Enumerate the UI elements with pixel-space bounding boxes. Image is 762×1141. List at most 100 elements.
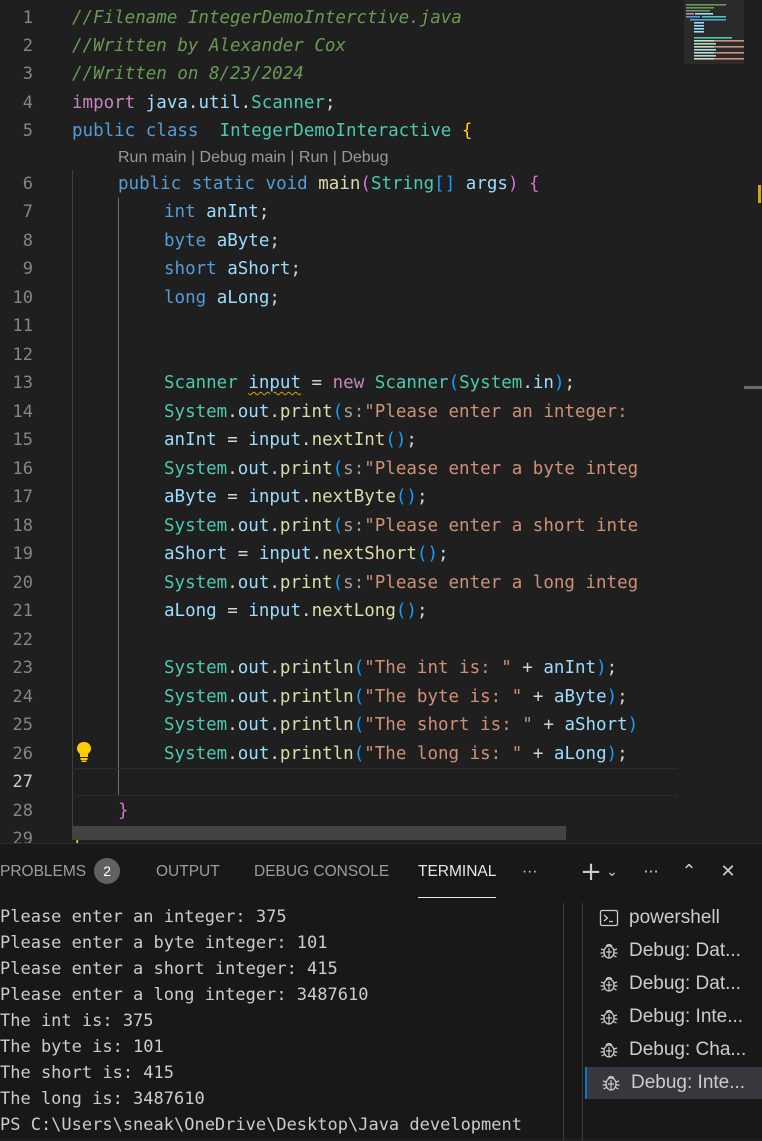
line-number: 1 [22,8,33,28]
punct: . [269,459,280,479]
punct: . [269,658,280,678]
terminal-scrollbar[interactable] [563,903,583,1140]
keyword: new [332,373,365,393]
terminal-instance-debug[interactable]: Debug: Dat... [585,968,762,1000]
debug-bug-icon [600,976,618,992]
bracket: ) [606,687,618,707]
terminal-line: The int is: 375 [0,1011,154,1031]
tab-debug-console[interactable]: DEBUG CONSOLE [254,844,389,900]
operator: = [311,373,323,393]
bracket: ( [353,687,365,707]
line-number: 3 [22,64,33,84]
identifier: args [465,174,508,194]
terminal-instance-debug-selected[interactable]: Debug: Inte... [585,1067,762,1099]
code-line-8: byte aByte; [164,227,280,255]
new-terminal-button[interactable]: + [578,858,604,886]
close-panel-button[interactable]: ✕ [715,858,741,886]
terminal-tabs-list: powershell Debug: Dat... Debug: Dat... D… [585,899,762,1140]
line-number: 9 [22,259,33,279]
identifier: out [237,715,270,735]
keyword: long [164,288,207,308]
bracket: ( [353,715,365,735]
type: Scanner [251,93,325,113]
terminal-instance-debug[interactable]: Debug: Dat... [585,935,762,967]
codelens-separator: | [190,149,196,166]
tab-terminal[interactable]: TERMINAL [418,844,497,900]
line-number: 17 [12,487,33,507]
code-line-7: int anInt; [164,198,269,226]
terminal-instance-label: Debug: Cha... [629,1039,747,1060]
code-line-20: System.out.print(s:"Please enter a long … [164,569,638,597]
type: System [164,658,228,678]
keyword: short [164,259,217,279]
method-name: println [279,744,354,764]
minimap[interactable] [684,0,762,843]
punct: ; [617,687,628,707]
type: System [164,516,228,536]
terminal-instance-debug[interactable]: Debug: Inte... [585,1001,762,1033]
code-line-6: public static void main(String[] args) { [118,170,540,198]
codelens-run[interactable]: Run [299,149,328,166]
identifier: out [237,573,270,593]
code-line-28: } [118,797,129,825]
terminal-dropdown-button[interactable]: ⌄ [603,858,621,886]
punct: . [240,93,252,113]
code-line-10: long aLong; [164,284,280,312]
punct: . [522,373,533,393]
identifier: aLong [164,601,217,621]
code-line-13: Scanner input = new Scanner(System.in); [164,369,575,397]
method-name: println [279,658,354,678]
code-editor[interactable]: 1 2 3 4 5 6 7 8 9 10 11 12 13 14 15 16 1… [0,0,762,843]
code-line-1: //Filename IntegerDemoInterctive.java [72,4,462,32]
panel-more-actions-button[interactable]: ··· [638,858,664,886]
codelens-run-main[interactable]: Run main [118,149,186,166]
terminal-line: The long is: 3487610 [0,1089,205,1109]
codelens-debug[interactable]: Debug [341,149,388,166]
line-number: 25 [12,715,33,735]
operator: = [227,430,238,450]
bracket: ( [448,373,460,393]
tabs-more-button[interactable]: ··· [522,844,538,900]
line-number: 15 [12,430,33,450]
identifier: input [248,601,302,621]
tab-output[interactable]: OUTPUT [156,844,220,900]
code-line-24: System.out.println("The byte is: " + aBy… [164,683,628,711]
terminal-output[interactable]: Please enter an integer: 375 Please ente… [0,901,580,1141]
horizontal-scrollbar[interactable] [72,826,566,840]
type: System [164,459,228,479]
punct: . [301,601,312,621]
lightbulb-icon[interactable] [75,741,93,763]
comment: //Written on 8/23/2024 [72,64,304,84]
bracket: ) [596,658,607,678]
codelens-debug-main[interactable]: Debug main [200,149,286,166]
active-tab-underline [418,897,497,898]
maximize-panel-button[interactable]: ⌃ [676,858,702,886]
identifier: aByte [216,231,270,251]
terminal-instance-debug[interactable]: Debug: Cha... [585,1034,762,1066]
type: System [164,715,228,735]
codelens-separator: | [290,149,295,166]
punct: . [227,459,238,479]
punct: . [227,573,238,593]
punct: . [311,544,323,564]
line-number: 12 [12,345,33,365]
tab-problems[interactable]: PROBLEMS 2 [0,844,121,900]
terminal-icon [599,909,619,927]
keyword: void [265,174,308,194]
identifier: out [237,402,270,422]
line-number: 28 [12,801,33,821]
punct: . [227,744,238,764]
punct: . [269,744,280,764]
terminal-instance-powershell[interactable]: powershell [585,902,762,934]
bracket: () [395,601,417,621]
indent-guide [118,198,119,796]
method-name: print [279,573,333,593]
punct: . [227,402,238,422]
inlay-hint: s: [343,573,365,593]
code-line-9: short aShort; [164,255,301,283]
bracket: () [416,544,438,564]
code-line-14: System.out.print(s:"Please enter an inte… [164,398,638,426]
terminal-instance-label: Debug: Dat... [629,940,741,961]
line-number: 14 [12,402,33,422]
punct: ; [438,544,449,564]
